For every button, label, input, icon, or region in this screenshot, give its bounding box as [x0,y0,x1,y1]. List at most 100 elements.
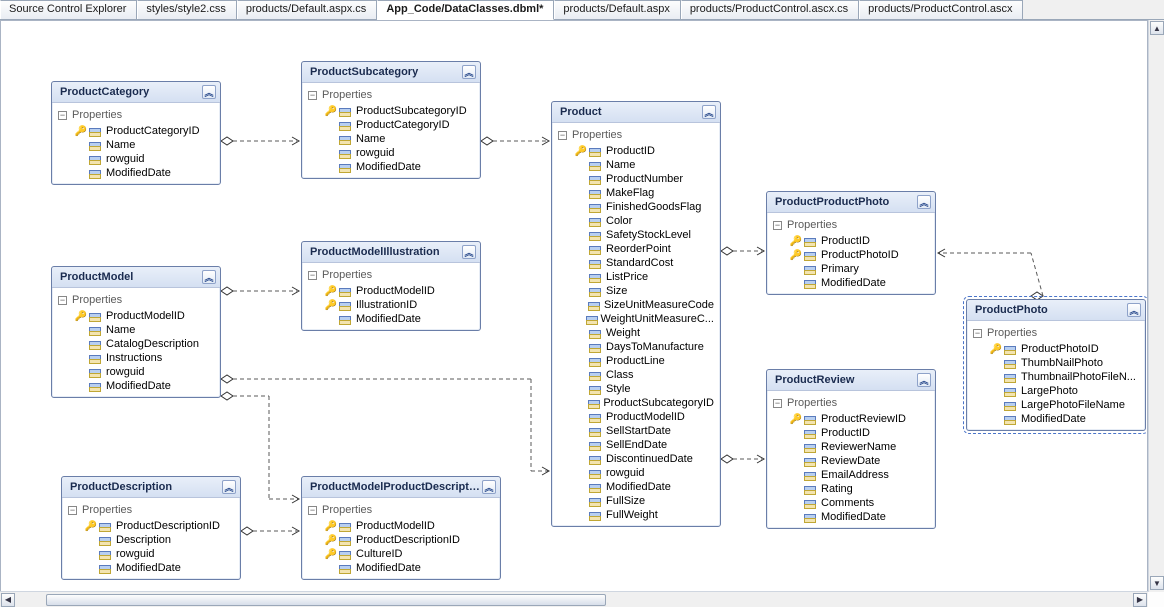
field[interactable]: Color [574,214,714,228]
collapse-icon[interactable]: ︽ [202,85,216,99]
field[interactable]: ModifiedDate [74,379,214,393]
field[interactable]: ProductCategoryID [324,118,474,132]
collapse-icon[interactable]: ︽ [1127,303,1141,317]
field[interactable]: 🔑ProductSubcategoryID [324,104,474,118]
field[interactable]: StandardCost [574,256,714,270]
field[interactable]: 🔑CultureID [324,547,494,561]
field[interactable]: ModifiedDate [574,480,714,494]
field[interactable]: SizeUnitMeasureCode [574,298,714,312]
field[interactable]: Name [74,138,214,152]
collapse-icon[interactable]: ︽ [702,105,716,119]
collapse-icon[interactable]: ︽ [917,373,931,387]
field[interactable]: Size [574,284,714,298]
scroll-left-icon[interactable]: ◀ [1,593,15,607]
field[interactable]: DiscontinuedDate [574,452,714,466]
field[interactable]: MakeFlag [574,186,714,200]
entity-title[interactable]: ProductDescription︽ [62,477,240,498]
field[interactable]: Weight [574,326,714,340]
tab[interactable]: products/ProductControl.ascx.cs [681,0,859,19]
field[interactable]: ModifiedDate [324,160,474,174]
field[interactable]: Instructions [74,351,214,365]
properties-header[interactable]: −Properties [58,107,214,124]
field[interactable]: 🔑ProductReviewID [789,412,929,426]
entity-productmodelillustration[interactable]: ProductModelIllustration︽−Properties🔑Pro… [301,241,481,331]
tree-toggle-icon[interactable]: − [558,131,567,140]
field[interactable]: ModifiedDate [989,412,1139,426]
field[interactable]: 🔑ProductPhotoID [989,342,1139,356]
properties-header[interactable]: −Properties [973,325,1139,342]
tab[interactable]: products/Default.aspx [554,0,680,19]
field[interactable]: 🔑ProductModelID [324,519,494,533]
entity-title[interactable]: Product︽ [552,102,720,123]
collapse-icon[interactable]: ︽ [202,270,216,284]
entity-productphoto[interactable]: ProductPhoto︽−Properties🔑ProductPhotoIDT… [966,299,1146,431]
vertical-scrollbar[interactable]: ▲ ▼ [1148,20,1164,592]
tree-toggle-icon[interactable]: − [308,91,317,100]
properties-header[interactable]: −Properties [773,217,929,234]
entity-productreview[interactable]: ProductReview︽ −Properties🔑ProductReviewI… [766,369,936,529]
collapse-icon[interactable]: ︽ [462,65,476,79]
collapse-icon[interactable]: ︽ [917,195,931,209]
tree-toggle-icon[interactable]: − [308,271,317,280]
tree-toggle-icon[interactable]: − [973,329,982,338]
field[interactable]: rowguid [74,152,214,166]
field[interactable]: rowguid [74,365,214,379]
entity-productsubcategory[interactable]: ProductSubcategory︽−Properties🔑ProductSu… [301,61,481,179]
tree-toggle-icon[interactable]: − [68,506,77,515]
properties-header[interactable]: −Properties [558,127,714,144]
properties-header[interactable]: −Properties [773,395,929,412]
field[interactable]: 🔑ProductModelID [74,309,214,323]
field[interactable]: Rating [789,482,929,496]
field[interactable]: SafetyStockLevel [574,228,714,242]
entity-title[interactable]: ProductModel︽ [52,267,220,288]
entity-productcategory[interactable]: ProductCategory︽ −Properties🔑ProductCateg… [51,81,221,185]
field[interactable]: rowguid [84,547,234,561]
field[interactable]: ProductLine [574,354,714,368]
properties-header[interactable]: −Properties [58,292,214,309]
field[interactable]: Name [324,132,474,146]
tree-toggle-icon[interactable]: − [58,296,67,305]
field[interactable]: ThumbNailPhoto [989,356,1139,370]
tree-toggle-icon[interactable]: − [773,221,782,230]
field[interactable]: ProductNumber [574,172,714,186]
field[interactable]: FullWeight [574,508,714,522]
properties-header[interactable]: −Properties [308,87,474,104]
collapse-icon[interactable]: ︽ [462,245,476,259]
field[interactable]: ModifiedDate [324,561,494,575]
designer-canvas[interactable]: ProductCategory︽−Properties🔑ProductCateg… [0,20,1148,592]
field[interactable]: Class [574,368,714,382]
entity-title[interactable]: ProductReview︽ [767,370,935,391]
tab[interactable]: products/Default.aspx.cs [237,0,377,19]
properties-header[interactable]: −Properties [308,502,494,519]
field[interactable]: ModifiedDate [84,561,234,575]
field[interactable]: ReviewerName [789,440,929,454]
field[interactable]: FinishedGoodsFlag [574,200,714,214]
field[interactable]: ProductSubcategoryID [574,396,714,410]
field[interactable]: 🔑ProductModelID [324,284,474,298]
field[interactable]: Comments [789,496,929,510]
tree-toggle-icon[interactable]: − [773,399,782,408]
entity-title[interactable]: ProductCategory︽ [52,82,220,103]
field[interactable]: Description [84,533,234,547]
tab[interactable]: App_Code/DataClasses.dbml* [377,0,554,20]
properties-header[interactable]: −Properties [308,267,474,284]
field[interactable]: ModifiedDate [324,312,474,326]
field[interactable]: rowguid [574,466,714,480]
collapse-icon[interactable]: ︽ [222,480,236,494]
entity-title[interactable]: ProductModelProductDescriptionC...︽ [302,477,500,498]
field[interactable]: SellStartDate [574,424,714,438]
field[interactable]: LargePhoto [989,384,1139,398]
scroll-down-icon[interactable]: ▼ [1150,576,1164,590]
field[interactable]: FullSize [574,494,714,508]
tree-toggle-icon[interactable]: − [58,111,67,120]
field[interactable]: 🔑ProductDescriptionID [324,533,494,547]
field[interactable]: WeightUnitMeasureC... [574,312,714,326]
entity-title[interactable]: ProductProductPhoto︽ [767,192,935,213]
entity-productmodel[interactable]: ProductModel︽−Properties🔑ProductModelIDN… [51,266,221,398]
tab[interactable]: Source Control Explorer [0,0,137,19]
field[interactable]: 🔑ProductCategoryID [74,124,214,138]
entity-productdescription[interactable]: ProductDescription︽−Properties🔑ProductDe… [61,476,241,580]
field[interactable]: 🔑ProductID [574,144,714,158]
field[interactable]: ThumbnailPhotoFileN... [989,370,1139,384]
field[interactable]: Primary [789,262,929,276]
